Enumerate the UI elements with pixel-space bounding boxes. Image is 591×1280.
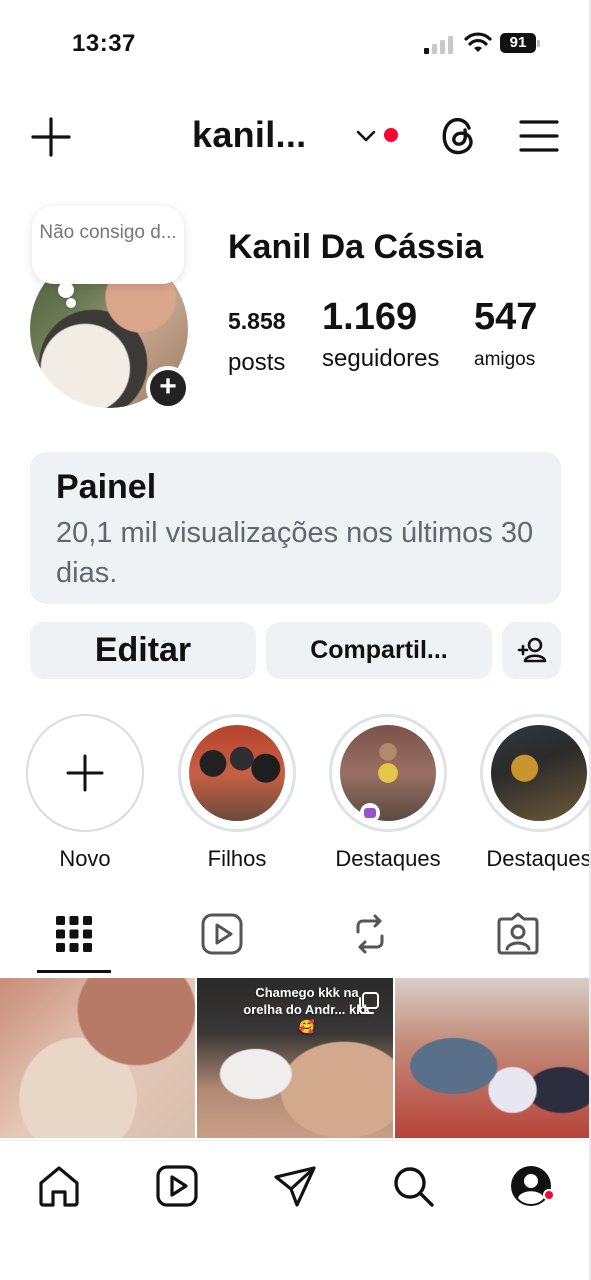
posts-grid: Chamego kkk na orelha do Andr... kkk🥰: [0, 978, 591, 1138]
followers-label: seguidores: [322, 345, 440, 372]
highlight-cover-ring[interactable]: [178, 714, 296, 832]
carousel-icon: [359, 992, 379, 1014]
highlight-item[interactable]: Destaques: [480, 714, 591, 872]
profile-header: kanil...: [0, 100, 591, 170]
profile-content-tabs: [0, 904, 591, 974]
highlight-label: Destaques: [486, 846, 591, 871]
plus-icon: [66, 754, 104, 792]
active-tab-indicator: [37, 970, 111, 973]
highlight-label: Destaques: [335, 846, 441, 871]
edit-profile-button[interactable]: Editar: [30, 622, 256, 679]
threads-icon[interactable]: [436, 112, 482, 158]
note-bubble-tail: [58, 282, 74, 298]
status-time: 13:37: [72, 30, 136, 57]
highlight-cover-ring[interactable]: [480, 714, 591, 832]
dashboard-title: Painel: [56, 468, 157, 506]
chevron-down-icon[interactable]: [354, 124, 378, 148]
tab-tagged-icon[interactable]: [496, 912, 540, 956]
home-icon[interactable]: [36, 1163, 82, 1209]
highlight-cover: [491, 725, 587, 821]
add-person-icon: [517, 637, 547, 663]
bottom-navigation: [0, 1140, 591, 1280]
notification-dot: [384, 128, 398, 142]
highlight-label: Filhos: [207, 846, 267, 871]
friends-label: amigos: [474, 349, 536, 370]
search-icon[interactable]: [390, 1163, 436, 1209]
posts-stat[interactable]: 5.858 posts: [228, 296, 286, 377]
highlight-cover: [189, 725, 285, 821]
tab-reels-icon[interactable]: [200, 912, 244, 956]
highlight-cover-ring[interactable]: [329, 714, 447, 832]
cellular-signal-icon: [424, 34, 454, 54]
followers-count: 1.169: [322, 296, 418, 338]
dashboard-subtitle: 20,1 mil visualizações nos últimos 30 di…: [56, 517, 534, 589]
posts-count: 5.858: [228, 308, 286, 334]
heart-badge-icon: [360, 803, 380, 823]
hamburger-menu-icon[interactable]: [518, 116, 560, 156]
profile-notification-dot: [543, 1189, 555, 1201]
tab-reposts-icon[interactable]: [348, 912, 392, 956]
note-text: Não consigo d...: [39, 222, 177, 243]
new-highlight-ring[interactable]: [26, 714, 144, 832]
highlight-item[interactable]: Filhos: [178, 714, 296, 872]
profile-tab-icon[interactable]: [508, 1163, 554, 1209]
battery-icon: 91: [500, 33, 540, 53]
add-story-icon[interactable]: +: [146, 366, 190, 410]
post-thumbnail[interactable]: Chamego kkk na orelha do Andr... kkk🥰: [197, 978, 393, 1138]
friends-count: 547: [474, 296, 538, 338]
reels-icon[interactable]: [154, 1163, 200, 1209]
highlight-item[interactable]: Destaques: [329, 714, 447, 872]
highlight-label: Novo: [59, 846, 111, 871]
highlight-new[interactable]: Novo: [26, 714, 144, 872]
post-caption-overlay: Chamego kkk na orelha do Andr... kkk🥰: [243, 985, 371, 1034]
send-direct-icon[interactable]: [272, 1163, 318, 1209]
create-plus-icon[interactable]: [28, 114, 74, 160]
tab-posts-grid-icon[interactable]: [52, 912, 96, 956]
post-thumbnail[interactable]: [0, 978, 195, 1138]
post-thumbnail[interactable]: [395, 978, 591, 1138]
username-switcher[interactable]: kanil...: [192, 114, 306, 156]
note-bubble-tail-small: [66, 298, 76, 308]
share-profile-button[interactable]: Compartil...: [266, 622, 492, 679]
status-bar: 13:37 91: [0, 0, 591, 90]
posts-label: posts: [228, 349, 286, 376]
note-bubble[interactable]: Não consigo d...: [32, 206, 184, 284]
followers-stat[interactable]: 1.169 seguidores: [322, 296, 439, 373]
highlight-cover: [340, 725, 436, 821]
display-name: Kanil Da Cássia: [228, 228, 484, 266]
professional-dashboard-card[interactable]: Painel 20,1 mil visualizações nos último…: [30, 452, 561, 604]
friends-stat[interactable]: 547 amigos: [474, 296, 537, 371]
discover-people-button[interactable]: [502, 622, 561, 679]
wifi-icon: [464, 32, 492, 52]
